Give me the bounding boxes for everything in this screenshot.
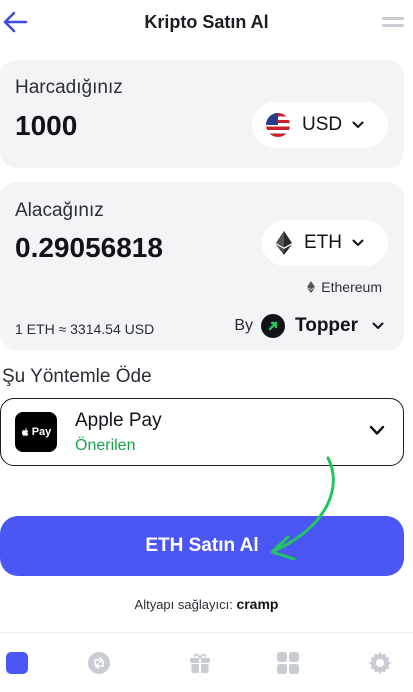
- powered-brand: cramp: [236, 596, 279, 612]
- receive-amount-input[interactable]: [15, 232, 235, 264]
- chevron-down-icon: [352, 239, 364, 246]
- menu-icon[interactable]: [382, 17, 404, 31]
- spend-label: Harcadığınız: [15, 77, 123, 98]
- receive-label: Alacağınız: [15, 200, 104, 221]
- spend-currency-code: USD: [302, 114, 343, 135]
- topper-logo-icon: [261, 314, 286, 338]
- header: Kripto Satın Al: [0, 0, 413, 46]
- ethereum-icon: [276, 231, 292, 255]
- receive-currency-code: ETH: [304, 232, 342, 253]
- spend-currency-selector[interactable]: USD: [252, 102, 388, 148]
- us-flag-icon: [266, 113, 290, 137]
- spend-card: Harcadığınız USD: [0, 60, 404, 168]
- provider-prefix: By: [234, 317, 254, 334]
- chevron-down-icon: [372, 322, 384, 329]
- chevron-down-icon: [369, 425, 385, 435]
- payment-method-selector[interactable]: Pay Apple Pay Önerilen: [0, 398, 404, 466]
- provider-name: Topper: [295, 315, 358, 336]
- spend-amount-input[interactable]: [15, 110, 235, 142]
- recommended-badge: Önerilen: [75, 437, 136, 454]
- home-icon[interactable]: [5, 651, 29, 675]
- network-label: Ethereum: [307, 279, 382, 295]
- network-name: Ethereum: [321, 279, 382, 295]
- provider-selector[interactable]: By Topper: [234, 314, 384, 338]
- receive-card: Alacağınız ETH Ethereum 1 ETH ≈ 3314.54 …: [0, 182, 404, 350]
- ethereum-small-icon: [307, 281, 316, 293]
- bottom-tab-bar: [0, 632, 413, 692]
- receive-currency-selector[interactable]: ETH: [262, 220, 388, 266]
- powered-prefix: Altyapı sağlayıcı:: [134, 597, 233, 612]
- payment-heading: Şu Yöntemle Öde: [2, 366, 152, 387]
- gift-icon[interactable]: [188, 651, 212, 675]
- page-title: Kripto Satın Al: [144, 12, 269, 32]
- powered-by: Altyapı sağlayıcı: cramp: [0, 596, 413, 612]
- chevron-down-icon: [352, 121, 364, 128]
- settings-icon[interactable]: [368, 651, 392, 675]
- apple-pay-logo-icon: Pay: [15, 412, 57, 452]
- apple-pay-logo-text: Pay: [31, 426, 52, 438]
- apps-icon[interactable]: [276, 651, 300, 675]
- exchange-rate: 1 ETH ≈ 3314.54 USD: [15, 321, 155, 337]
- swap-icon[interactable]: [87, 651, 111, 675]
- payment-method-name: Apple Pay: [75, 410, 162, 431]
- buy-eth-button[interactable]: ETH Satın Al: [0, 516, 404, 576]
